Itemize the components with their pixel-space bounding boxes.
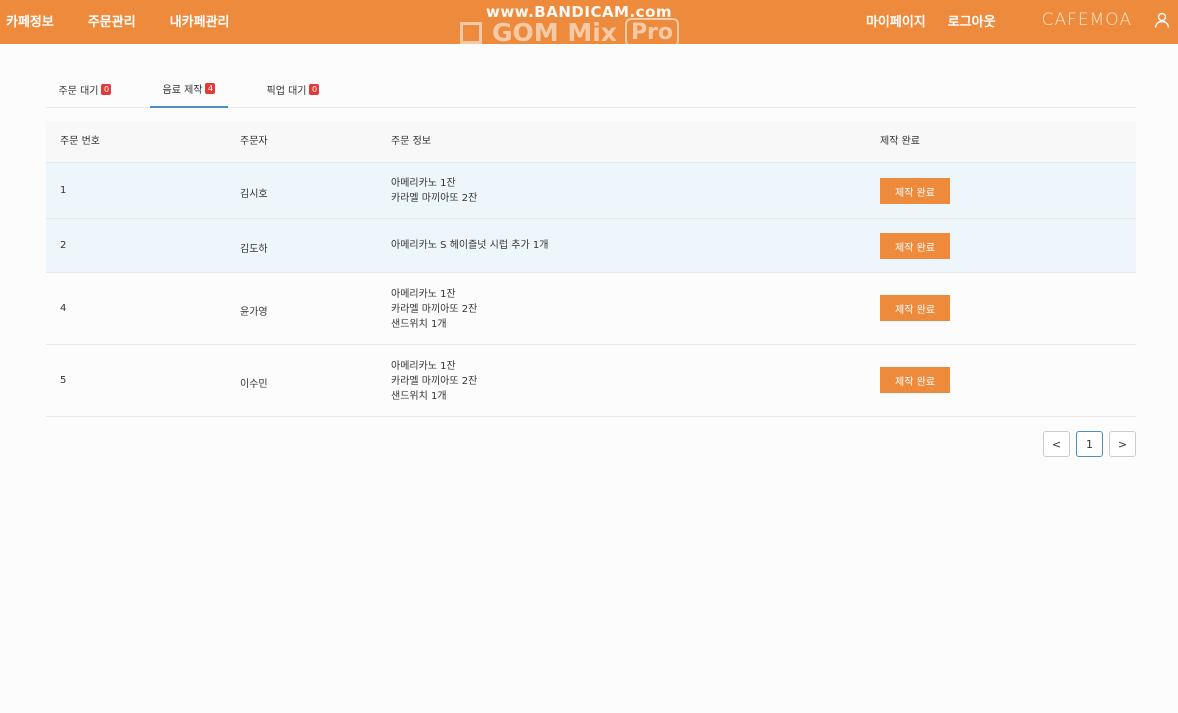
order-item: 아메리카노 1잔 <box>391 289 456 300</box>
orderer-name: 이수민 <box>240 379 268 390</box>
table-header: 주문 번호 주문자 주문 정보 제작 완료 <box>46 121 1136 163</box>
table-row: 5 이수민 아메리카노 1잔 카라멜 마끼아또 2잔 샌드위치 1개 제작 완료 <box>46 345 1136 417</box>
nav-my-page[interactable]: 마이페이지 <box>866 11 926 30</box>
tab-label: 픽업 대기 <box>266 85 307 97</box>
page-number-button[interactable]: 1 <box>1076 431 1103 457</box>
order-item: 카라멜 마끼아또 2잔 <box>391 193 478 204</box>
complete-button[interactable]: 제작 완료 <box>880 295 950 321</box>
order-number: 4 <box>60 303 67 314</box>
nav-order-management[interactable]: 주문관리 <box>88 11 136 30</box>
order-item: 아메리카노 1잔 <box>391 178 456 189</box>
column-header-complete: 제작 완료 <box>880 136 920 147</box>
order-info: 아메리카노 1잔 카라멜 마끼아또 2잔 <box>391 176 477 206</box>
tab-pickup-waiting[interactable]: 픽업 대기 0 <box>254 70 332 108</box>
nav-cafe-info[interactable]: 카페정보 <box>6 11 54 30</box>
order-item: 아메리카노 1잔 <box>391 361 456 372</box>
complete-button[interactable]: 제작 완료 <box>880 367 950 393</box>
order-item: 카라멜 마끼아또 2잔 <box>391 376 478 387</box>
order-item: 샌드위치 1개 <box>391 391 447 402</box>
tab-count-badge: 0 <box>101 83 112 95</box>
order-info: 아메리카노 1잔 카라멜 마끼아또 2잔 샌드위치 1개 <box>391 287 477 332</box>
order-number: 1 <box>60 185 67 196</box>
gom-mix-watermark: GOM Mix Pro <box>460 18 680 44</box>
nav-right: 마이페이지 로그아웃 CAFEMOA <box>866 0 1178 40</box>
gom-logo-icon <box>460 22 482 44</box>
order-item: 카라멜 마끼아또 2잔 <box>391 304 478 315</box>
tab-label: 음료 제작 <box>162 84 203 96</box>
tab-count-badge: 0 <box>309 83 320 95</box>
table-row: 2 김도하 아메리카노 S 헤이즐넛 시럽 추가 1개 제작 완료 <box>46 219 1136 273</box>
order-item: 아메리카노 S 헤이즐넛 시럽 추가 1개 <box>391 240 549 251</box>
nav-left: 카페정보 주문관리 내카페관리 <box>6 0 264 40</box>
orderer-name: 김시호 <box>240 189 268 200</box>
order-number: 5 <box>60 375 67 386</box>
complete-button[interactable]: 제작 완료 <box>880 233 950 259</box>
order-info: 아메리카노 1잔 카라멜 마끼아또 2잔 샌드위치 1개 <box>391 359 477 404</box>
order-status-tabs: 주문 대기 0 음료 제작 4 픽업 대기 0 <box>46 70 1136 108</box>
order-info: 아메리카노 S 헤이즐넛 시럽 추가 1개 <box>391 238 548 253</box>
brand-logo[interactable]: CAFEMOA <box>1042 10 1132 30</box>
complete-button[interactable]: 제작 완료 <box>880 178 950 204</box>
table-row: 4 윤가영 아메리카노 1잔 카라멜 마끼아또 2잔 샌드위치 1개 제작 완료 <box>46 273 1136 345</box>
tab-count-badge: 4 <box>205 82 216 94</box>
tab-label: 주문 대기 <box>58 85 99 97</box>
pagination: < 1 > <box>1043 431 1136 457</box>
tab-order-waiting[interactable]: 주문 대기 0 <box>46 70 124 108</box>
nav-logout[interactable]: 로그아웃 <box>948 11 996 30</box>
gom-mix-pro-text: Pro <box>624 18 680 44</box>
column-header-order-info: 주문 정보 <box>391 136 431 147</box>
column-header-order-number: 주문 번호 <box>60 136 100 147</box>
next-page-button[interactable]: > <box>1109 431 1136 457</box>
nav-my-cafe-management[interactable]: 내카페관리 <box>170 11 230 30</box>
orderer-name: 윤가영 <box>240 307 268 318</box>
prev-page-button[interactable]: < <box>1043 431 1070 457</box>
tab-drink-making[interactable]: 음료 제작 4 <box>150 70 228 108</box>
orderer-name: 김도하 <box>240 244 268 255</box>
order-item: 샌드위치 1개 <box>391 319 447 330</box>
top-nav-bar: 카페정보 주문관리 내카페관리 www.BANDICAM.com GOM Mix… <box>0 0 1178 44</box>
user-icon[interactable] <box>1154 12 1170 28</box>
column-header-orderer: 주문자 <box>240 136 268 147</box>
order-table: 주문 번호 주문자 주문 정보 제작 완료 1 김시호 아메리카노 1잔 카라멜… <box>46 121 1136 417</box>
gom-mix-watermark-text: GOM Mix <box>492 18 617 44</box>
table-row: 1 김시호 아메리카노 1잔 카라멜 마끼아또 2잔 제작 완료 <box>46 163 1136 219</box>
order-number: 2 <box>60 240 67 251</box>
